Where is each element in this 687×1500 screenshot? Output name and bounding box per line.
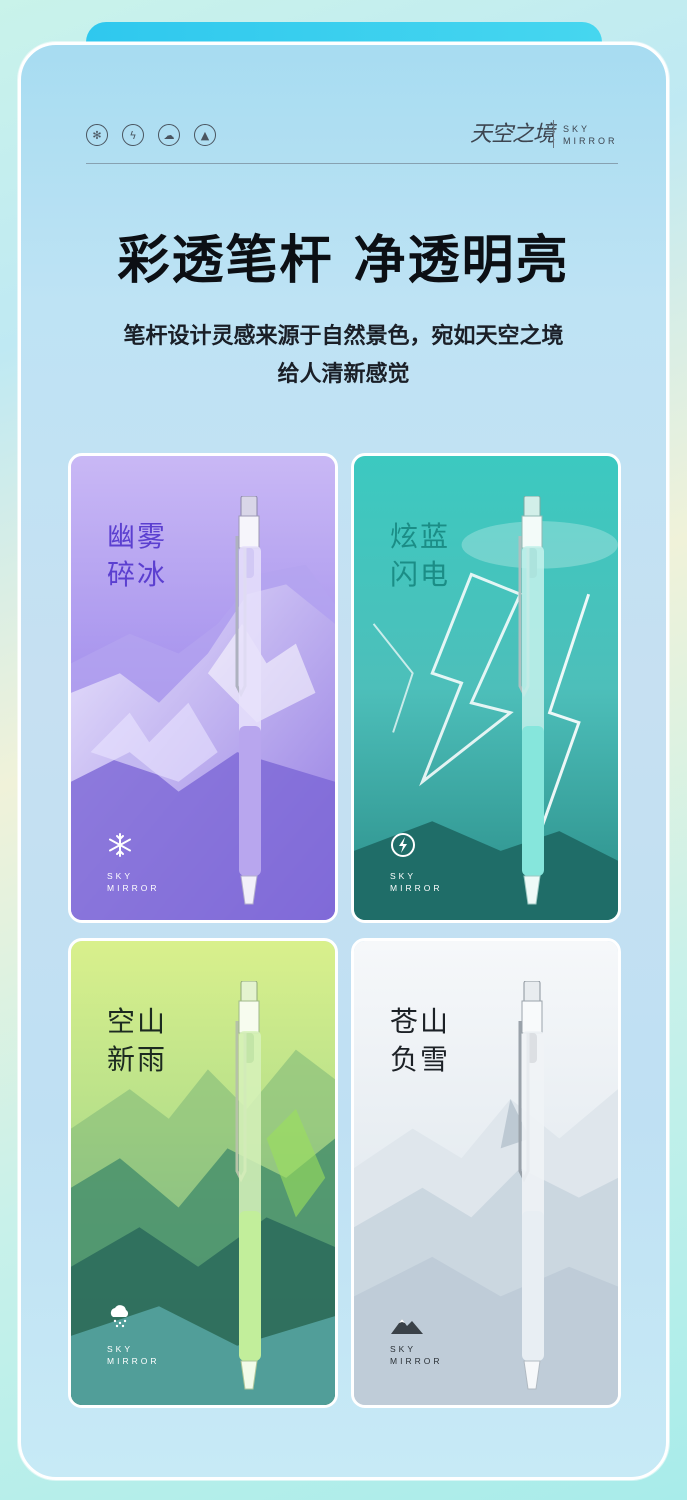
brand-line2: MIRROR: [107, 1356, 160, 1366]
card-brand: SKY MIRROR: [390, 1343, 442, 1367]
brand-line2: MIRROR: [390, 1356, 443, 1366]
cloud-rain-icon: [110, 1305, 129, 1328]
lightning-icon: ϟ: [122, 124, 144, 146]
mountain-icon: ▲: [194, 124, 216, 146]
card-title: 幽雾 碎冰: [107, 518, 167, 594]
cloud-rain-icon: ☁: [158, 124, 180, 146]
header-icon-row: ✻ ϟ ☁ ▲: [86, 124, 216, 146]
subtitle-line-1: 笔杆设计灵感来源于自然景色，宛如天空之境: [123, 324, 564, 349]
pen-image: [235, 496, 261, 905]
product-card-snow[interactable]: 苍山 负雪 SKY MIRROR: [351, 938, 621, 1408]
mountain-icon: [391, 1319, 423, 1334]
product-card-ice[interactable]: 幽雾 碎冰 SKY MIRROR: [68, 453, 338, 923]
brand-line1: SKY: [107, 1344, 134, 1354]
card-title: 空山 新雨: [107, 1003, 167, 1079]
brand-logo-en: SKY MIRROR: [563, 123, 618, 147]
pen-image: [235, 981, 261, 1390]
card-title-line1: 幽雾: [107, 520, 168, 553]
brand-logo-cn: 天空之境: [470, 122, 555, 147]
card-title: 苍山 负雪: [390, 1003, 450, 1079]
card-brand: SKY MIRROR: [107, 870, 159, 894]
card-title-line1: 空山: [107, 1005, 168, 1038]
product-card-lightning[interactable]: 炫蓝 闪电 SKY MIRROR: [351, 453, 621, 923]
lightning-icon: [391, 833, 415, 857]
logo-divider: [553, 120, 554, 148]
brand-line1: SKY: [107, 871, 134, 881]
brand-line2: MIRROR: [107, 883, 160, 893]
card-brand: SKY MIRROR: [107, 1343, 159, 1367]
card-title-line2: 闪电: [390, 558, 451, 591]
snowflake-icon: ✻: [86, 124, 108, 146]
logo-en-line1: SKY: [563, 124, 591, 134]
product-card-rain[interactable]: 空山 新雨 SKY MIRROR: [68, 938, 338, 1408]
card-brand: SKY MIRROR: [390, 870, 442, 894]
card-title-line2: 新雨: [107, 1043, 168, 1076]
subtitle-line-2: 给人清新感觉: [277, 362, 410, 387]
card-title-line1: 苍山: [390, 1005, 451, 1038]
snowflake-icon: [109, 833, 131, 857]
card-title-line1: 炫蓝: [390, 520, 451, 553]
brand-line1: SKY: [390, 871, 417, 881]
headline: 彩透笔杆 净透明亮: [117, 231, 570, 291]
pen-image: [518, 981, 544, 1390]
brand-line1: SKY: [390, 1344, 417, 1354]
header-divider: [86, 163, 618, 164]
logo-en-line2: MIRROR: [563, 136, 618, 146]
brand-line2: MIRROR: [390, 883, 443, 893]
pen-image: [518, 496, 544, 905]
card-title-line2: 碎冰: [107, 558, 168, 591]
card-title-line2: 负雪: [390, 1043, 451, 1076]
card-title: 炫蓝 闪电: [390, 518, 450, 594]
